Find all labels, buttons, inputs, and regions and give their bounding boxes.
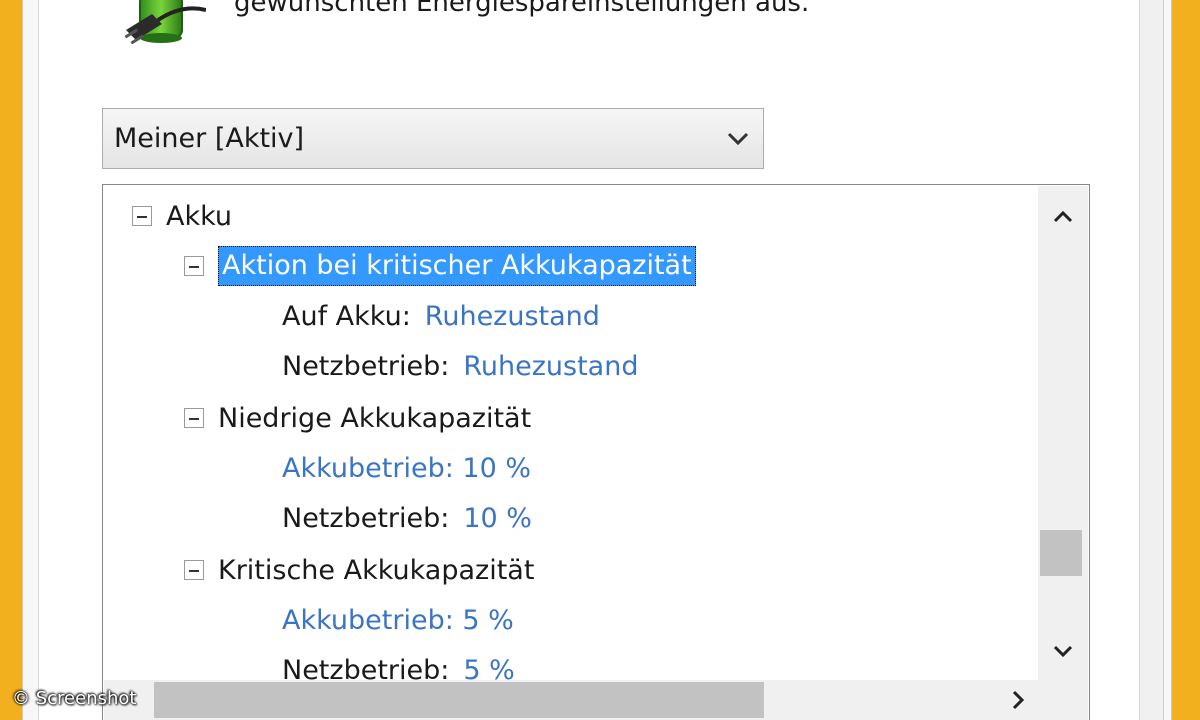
horizontal-scrollbar[interactable] <box>104 680 1088 720</box>
horizontal-scroll-thumb[interactable] <box>154 682 764 718</box>
copyright-watermark: © Screenshot <box>12 688 137 709</box>
setting-critical-level-battery[interactable]: Akkubetrieb: 5 % <box>282 598 514 642</box>
vertical-scroll-thumb[interactable] <box>1040 530 1082 576</box>
power-plug-icon <box>124 0 206 44</box>
setting-label: Netzbetrieb: <box>282 350 450 382</box>
setting-value-link[interactable]: Akkubetrieb: 5 % <box>282 605 514 636</box>
power-plan-select-value: Meiner [Aktiv] <box>114 123 305 154</box>
setting-value-link[interactable]: 10 % <box>463 503 532 534</box>
tree-node-critical-action[interactable]: Aktion bei kritischer Akkukapazität <box>184 244 696 288</box>
scroll-up-icon[interactable] <box>1038 192 1088 242</box>
setting-value-link[interactable]: Ruhezustand <box>463 351 638 382</box>
tree-node-low-level[interactable]: Niedrige Akkukapazität <box>184 396 531 440</box>
setting-value-link[interactable]: Akkubetrieb: 10 % <box>282 453 531 484</box>
tree-node-akku[interactable]: Akku <box>132 194 232 238</box>
setting-value-link[interactable]: Ruhezustand <box>425 301 600 332</box>
tree-node-label: Kritische Akkukapazität <box>218 554 535 586</box>
setting-low-level-battery[interactable]: Akkubetrieb: 10 % <box>282 446 531 490</box>
collapse-icon[interactable] <box>184 560 204 580</box>
chevron-down-icon <box>713 109 763 168</box>
scroll-down-icon[interactable] <box>1038 626 1088 676</box>
tree-node-critical-level[interactable]: Kritische Akkukapazität <box>184 548 534 592</box>
collapse-icon[interactable] <box>184 408 204 428</box>
setting-critical-action-battery[interactable]: Auf Akku: Ruhezustand <box>282 294 600 338</box>
setting-critical-action-plugged[interactable]: Netzbetrieb: Ruhezustand <box>282 344 638 388</box>
tree-node-label: Niedrige Akkukapazität <box>218 402 532 434</box>
tree-node-label-selected[interactable]: Aktion bei kritischer Akkukapazität <box>218 246 696 286</box>
scroll-right-icon[interactable] <box>996 680 1040 720</box>
window-side-strip <box>1140 0 1164 720</box>
collapse-icon[interactable] <box>132 206 152 226</box>
vertical-scrollbar[interactable] <box>1038 186 1088 680</box>
collapse-icon[interactable] <box>184 256 204 276</box>
tree-node-label: Akku <box>166 200 233 232</box>
setting-label: Auf Akku: <box>282 300 411 332</box>
setting-label: Netzbetrieb: <box>282 502 450 534</box>
power-plan-select[interactable]: Meiner [Aktiv] <box>102 108 764 169</box>
setting-low-level-plugged[interactable]: Netzbetrieb: 10 % <box>282 496 532 540</box>
header-description: gewünschten Energiespareinstellungen aus… <box>234 0 810 18</box>
